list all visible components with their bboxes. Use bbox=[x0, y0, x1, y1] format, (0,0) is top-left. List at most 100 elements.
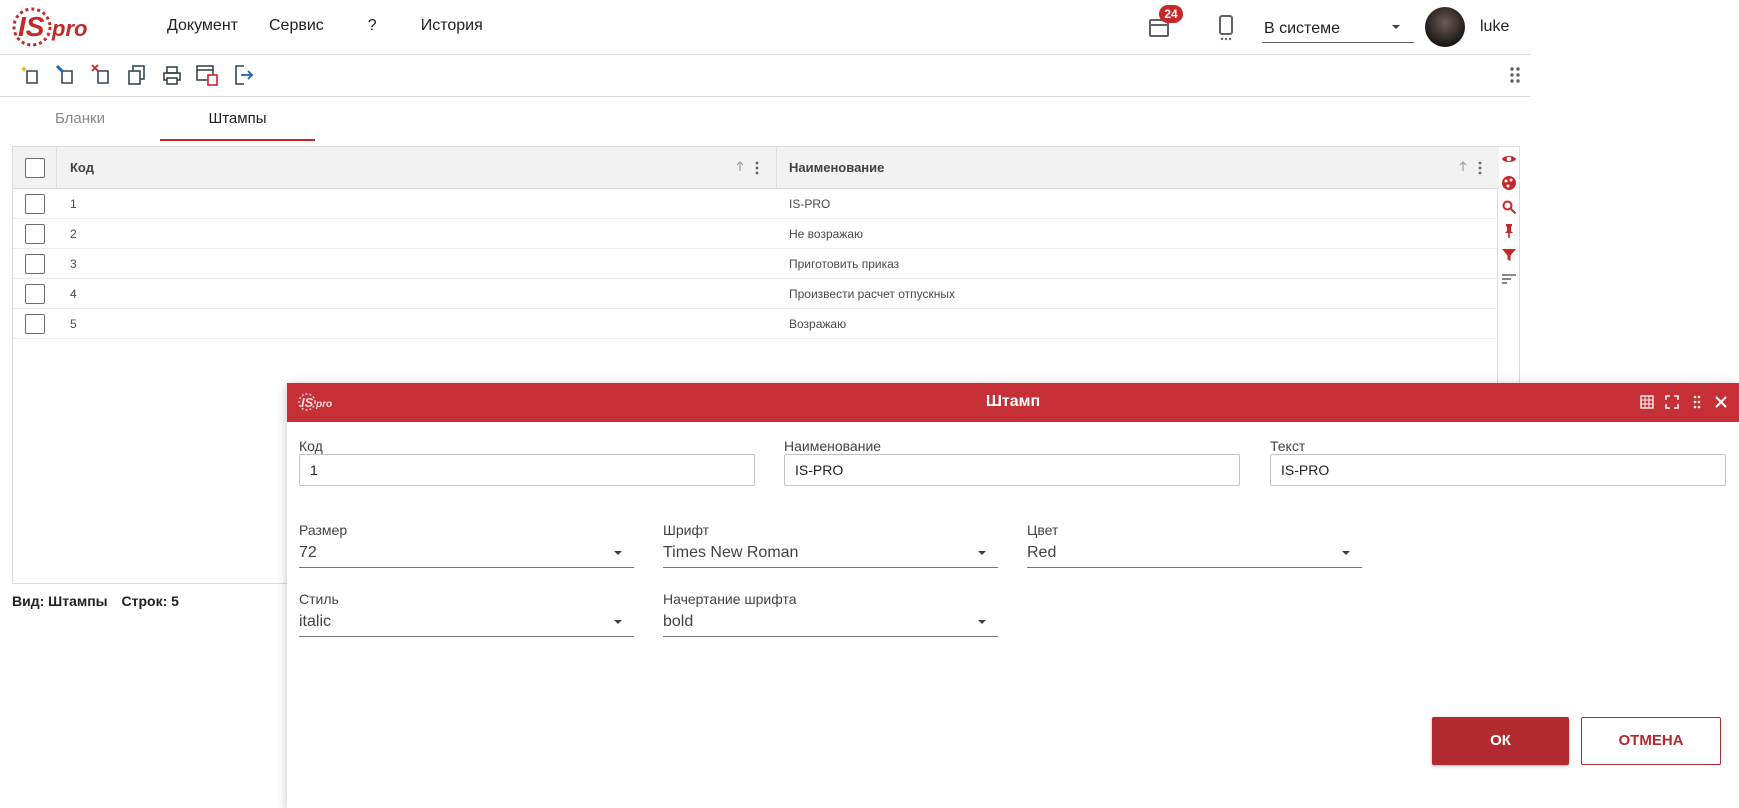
status-value: В системе bbox=[1264, 20, 1340, 37]
cell-name: IS-PRO bbox=[789, 197, 831, 211]
table-row[interactable]: 3 Приготовить приказ bbox=[13, 249, 1499, 279]
notification-badge: 24 bbox=[1159, 5, 1183, 23]
column-menu-icon[interactable] bbox=[1477, 160, 1483, 176]
tab-stamps[interactable]: Штампы bbox=[160, 97, 315, 141]
chevron-down-icon bbox=[614, 620, 622, 624]
cell-code: 2 bbox=[70, 227, 77, 241]
row-count: Строк: 5 bbox=[121, 593, 179, 609]
size-value: 72 bbox=[299, 544, 317, 561]
cancel-button[interactable]: ОТМЕНА bbox=[1581, 717, 1721, 765]
cell-code: 4 bbox=[70, 287, 77, 301]
chevron-down-icon bbox=[614, 551, 622, 555]
column-header-name[interactable]: Наименование bbox=[789, 160, 884, 175]
drag-handle-icon[interactable] bbox=[1689, 394, 1705, 410]
weight-select[interactable]: bold bbox=[663, 609, 998, 637]
cell-code: 5 bbox=[70, 317, 77, 331]
code-input[interactable]: 1 bbox=[299, 454, 755, 486]
style-value: italic bbox=[299, 613, 332, 630]
close-icon[interactable] bbox=[1713, 394, 1729, 410]
text-input[interactable]: IS-PRO bbox=[1270, 454, 1726, 486]
stamp-dialog: IS pro Штамп Код 1 Наименование IS-PRO Т… bbox=[287, 383, 1739, 808]
select-all-checkbox[interactable] bbox=[25, 158, 45, 178]
font-select[interactable]: Times New Roman bbox=[663, 540, 998, 568]
toolbar bbox=[0, 55, 1530, 97]
column-divider bbox=[56, 147, 57, 189]
size-label: Размер bbox=[299, 522, 348, 538]
palette-icon[interactable] bbox=[1501, 175, 1517, 191]
name-input[interactable]: IS-PRO bbox=[784, 454, 1240, 486]
menu-help[interactable]: ? bbox=[368, 17, 377, 35]
chevron-down-icon bbox=[1392, 25, 1400, 29]
table-row[interactable]: 1 IS-PRO bbox=[13, 189, 1499, 219]
ispro-logo[interactable]: IS pro bbox=[10, 3, 92, 51]
cell-name: Не возражаю bbox=[789, 227, 864, 241]
delete-document-icon[interactable] bbox=[90, 63, 114, 87]
avatar[interactable] bbox=[1425, 7, 1465, 47]
eye-icon[interactable] bbox=[1501, 151, 1517, 167]
sort-lines-icon[interactable] bbox=[1501, 271, 1517, 287]
font-value: Times New Roman bbox=[663, 544, 799, 561]
username: luke bbox=[1480, 18, 1510, 35]
menu-service[interactable]: Сервис bbox=[269, 17, 324, 35]
report-icon[interactable] bbox=[195, 63, 219, 87]
cell-code: 3 bbox=[70, 257, 77, 271]
grid-layout-icon[interactable] bbox=[1639, 394, 1655, 410]
font-label: Шрифт bbox=[663, 522, 710, 538]
menu-history[interactable]: История bbox=[421, 17, 483, 35]
cell-name: Возражаю bbox=[789, 317, 847, 331]
weight-value: bold bbox=[663, 613, 694, 630]
color-value: Red bbox=[1027, 544, 1057, 561]
svg-text:IS: IS bbox=[18, 11, 45, 42]
style-select[interactable]: italic bbox=[299, 609, 634, 637]
print-icon[interactable] bbox=[160, 63, 184, 87]
edit-document-icon[interactable] bbox=[54, 63, 78, 87]
row-checkbox[interactable] bbox=[25, 254, 45, 274]
row-checkbox[interactable] bbox=[25, 314, 45, 334]
row-checkbox[interactable] bbox=[25, 224, 45, 244]
main-menu: Документ Сервис ? История bbox=[167, 17, 514, 35]
copy-icon[interactable] bbox=[125, 63, 149, 87]
tab-blanks[interactable]: Бланки bbox=[20, 97, 140, 141]
size-select[interactable]: 72 bbox=[299, 540, 634, 568]
style-label: Стиль bbox=[299, 591, 339, 607]
sort-arrow-icon[interactable] bbox=[735, 159, 745, 173]
table-row[interactable]: 2 Не возражаю bbox=[13, 219, 1499, 249]
column-menu-icon[interactable] bbox=[754, 160, 760, 176]
ok-button[interactable]: ОК bbox=[1432, 717, 1569, 765]
name-label: Наименование bbox=[784, 438, 882, 454]
sort-arrow-icon[interactable] bbox=[1458, 159, 1468, 173]
table-row[interactable]: 5 Возражаю bbox=[13, 309, 1499, 339]
color-label: Цвет bbox=[1027, 522, 1059, 538]
cell-code: 1 bbox=[70, 197, 77, 211]
column-divider bbox=[776, 147, 777, 189]
grid-footer: Вид: Штампы Строк: 5 bbox=[12, 593, 189, 609]
status-select[interactable]: В системе bbox=[1262, 17, 1414, 43]
chevron-down-icon bbox=[978, 551, 986, 555]
svg-text:pro: pro bbox=[51, 16, 87, 41]
filter-icon[interactable] bbox=[1501, 247, 1517, 263]
apps-menu-icon[interactable] bbox=[1509, 66, 1521, 84]
top-bar: IS pro Документ Сервис ? История 24 В си… bbox=[0, 0, 1530, 55]
tab-bar: Бланки Штампы bbox=[0, 97, 1530, 141]
exit-icon[interactable] bbox=[231, 63, 255, 87]
cell-name: Приготовить приказ bbox=[789, 257, 900, 271]
column-header-code[interactable]: Код bbox=[70, 160, 94, 175]
mobile-icon[interactable] bbox=[1218, 15, 1234, 41]
table-row[interactable]: 4 Произвести расчет отпускных bbox=[13, 279, 1499, 309]
fullscreen-icon[interactable] bbox=[1664, 394, 1680, 410]
row-checkbox[interactable] bbox=[25, 194, 45, 214]
grid-side-panel bbox=[1498, 146, 1520, 386]
cell-name: Произвести расчет отпускных bbox=[789, 287, 955, 301]
table-header: Код Наименование bbox=[13, 147, 1499, 189]
color-select[interactable]: Red bbox=[1027, 540, 1362, 568]
menu-document[interactable]: Документ bbox=[167, 17, 238, 35]
dialog-header[interactable]: IS pro Штамп bbox=[287, 383, 1739, 422]
search-icon[interactable] bbox=[1501, 199, 1517, 215]
row-checkbox[interactable] bbox=[25, 284, 45, 304]
add-document-icon[interactable] bbox=[19, 63, 43, 87]
chevron-down-icon bbox=[1342, 551, 1350, 555]
code-label: Код bbox=[299, 438, 323, 454]
text-label: Текст bbox=[1270, 438, 1306, 454]
pin-icon[interactable] bbox=[1501, 223, 1517, 239]
dialog-title: Штамп bbox=[985, 393, 1041, 410]
